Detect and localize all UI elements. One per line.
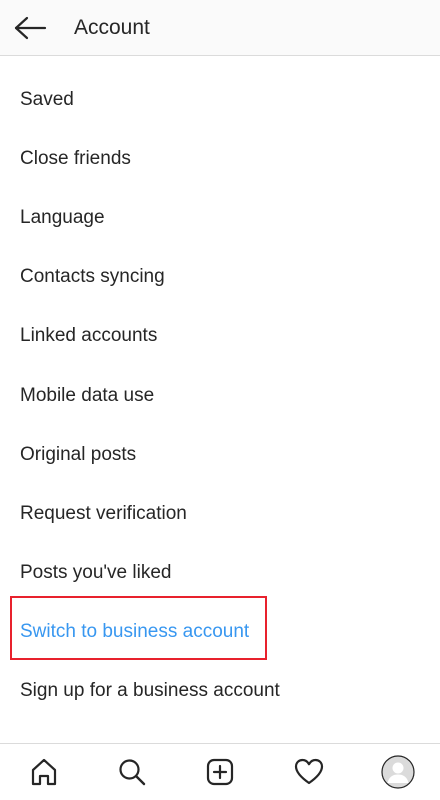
menu-item-label: Sign up for a business account [20, 680, 280, 702]
menu-item-close-friends[interactable]: Close friends [0, 129, 440, 188]
menu-item-label: Close friends [20, 147, 131, 169]
menu-item-posts-liked[interactable]: Posts you've liked [0, 544, 440, 603]
menu-item-label: Original posts [20, 443, 137, 465]
menu-item-label: Linked accounts [20, 325, 158, 347]
arrow-left-icon [14, 16, 47, 40]
account-settings-screen: Account Saved Close friends Language Con… [0, 0, 440, 800]
menu-item-language[interactable]: Language [0, 188, 440, 247]
tab-search[interactable] [110, 754, 154, 790]
menu-item-label: Switch to business account [20, 621, 250, 643]
account-menu-list: Saved Close friends Language Contacts sy… [0, 70, 440, 721]
menu-item-label: Request verification [20, 502, 187, 524]
tab-home[interactable] [22, 754, 66, 790]
tab-profile[interactable] [376, 754, 420, 790]
menu-item-request-verification[interactable]: Request verification [0, 484, 440, 543]
menu-item-switch-business[interactable]: Switch to business account [0, 603, 440, 662]
profile-avatar-icon [381, 755, 415, 789]
menu-item-label: Mobile data use [20, 384, 155, 406]
top-app-bar: Account [0, 0, 440, 56]
menu-item-signup-business[interactable]: Sign up for a business account [0, 662, 440, 721]
heart-icon [294, 758, 324, 785]
menu-item-label: Contacts syncing [20, 266, 165, 288]
add-post-icon [206, 758, 234, 786]
bottom-tab-bar [0, 743, 440, 800]
home-icon [31, 758, 57, 786]
menu-item-label: Posts you've liked [20, 562, 172, 584]
menu-item-saved[interactable]: Saved [0, 70, 440, 129]
tab-activity[interactable] [287, 754, 331, 790]
menu-item-contacts-syncing[interactable]: Contacts syncing [0, 248, 440, 307]
menu-item-original-posts[interactable]: Original posts [0, 425, 440, 484]
back-button[interactable] [10, 10, 50, 46]
menu-item-mobile-data-use[interactable]: Mobile data use [0, 366, 440, 425]
search-icon [119, 759, 146, 786]
menu-item-linked-accounts[interactable]: Linked accounts [0, 307, 440, 366]
page-title: Account [74, 16, 150, 39]
menu-item-label: Language [20, 206, 105, 228]
tab-new-post[interactable] [198, 754, 242, 790]
menu-item-label: Saved [20, 88, 74, 110]
